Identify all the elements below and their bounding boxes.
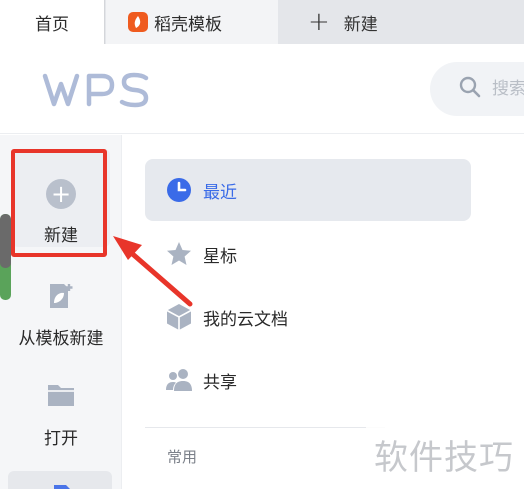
nav-new-button[interactable]: + 新建	[0, 149, 122, 247]
watermark-text: 软件技巧	[374, 438, 514, 478]
section-frequent-label: 常用	[167, 448, 198, 466]
category-cloud-docs[interactable]: 我的云文档	[145, 286, 471, 348]
category-starred[interactable]: 星标	[145, 223, 471, 285]
tab-home-label: 首页	[35, 14, 69, 35]
search-icon	[458, 75, 482, 103]
nav-new-label: 新建	[44, 226, 78, 246]
plus-icon: +	[308, 7, 330, 37]
left-scrollbar[interactable]	[0, 214, 11, 300]
category-shared-label: 共享	[203, 372, 237, 393]
star-icon	[165, 240, 193, 268]
cloud-cube-icon	[165, 303, 193, 331]
nav-new-from-template-button[interactable]: 从模板新建	[0, 281, 122, 349]
category-recent-label: 最近	[203, 182, 237, 203]
section-divider	[145, 427, 385, 428]
nav-open-button[interactable]: 打开	[0, 381, 122, 449]
new-tab-label: 新建	[343, 14, 378, 35]
header	[0, 44, 524, 134]
category-cloud-docs-label: 我的云文档	[203, 309, 288, 330]
search-input[interactable]	[492, 79, 524, 99]
wps-logo	[42, 72, 150, 112]
nav-document-item[interactable]	[8, 471, 112, 489]
tab-template[interactable]: 稻壳模板	[106, 0, 278, 44]
search-box[interactable]	[430, 62, 524, 116]
category-recent[interactable]: 最近	[145, 159, 471, 221]
template-doc-icon	[46, 281, 76, 316]
category-starred-label: 星标	[203, 246, 237, 267]
nav-from-template-label: 从模板新建	[18, 329, 104, 349]
new-tab-button[interactable]: + 新建	[300, 0, 420, 44]
people-icon	[165, 366, 193, 394]
category-shared[interactable]: 共享	[145, 349, 471, 411]
folder-icon	[46, 381, 76, 414]
scrollbar-thumb[interactable]	[0, 214, 11, 268]
clock-icon	[165, 176, 193, 204]
tab-template-label: 稻壳模板	[154, 14, 222, 35]
document-icon	[54, 485, 70, 489]
add-circle-icon: +	[46, 179, 76, 209]
tab-bar: 首页 稻壳模板 + 新建	[0, 0, 524, 44]
nav-open-label: 打开	[44, 429, 78, 449]
watermark: 软件技巧	[366, 410, 524, 489]
tab-home[interactable]: 首页	[0, 0, 105, 44]
wps-home-window: 首页 稻壳模板 + 新建 搜索 + 新建 从模板新建 打开 最近 星标 我的云文…	[0, 0, 524, 489]
docer-logo-icon	[128, 12, 148, 32]
left-nav: + 新建 从模板新建 打开	[0, 135, 122, 489]
